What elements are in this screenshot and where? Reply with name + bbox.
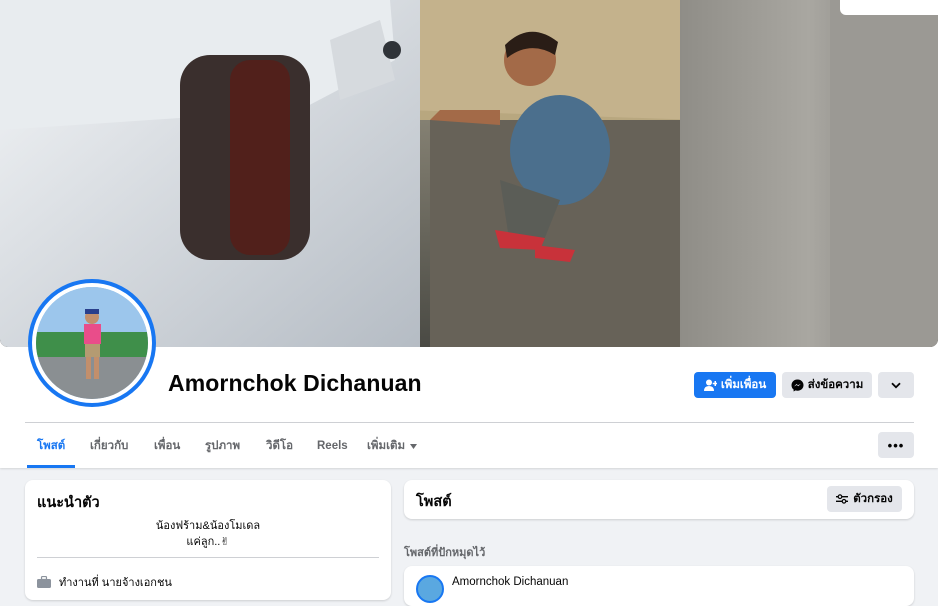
tab-more[interactable]: เพิ่มเติม: [367, 424, 418, 468]
briefcase-icon: [37, 576, 51, 588]
top-right-overlay: [840, 0, 938, 15]
intro-title: แนะนำตัว: [37, 495, 100, 511]
add-friend-icon: [703, 379, 717, 391]
bio: น้องฟร้าม&น้องโมเดล แค่ลูก..✌: [37, 518, 379, 550]
tab-label: รูปภาพ: [205, 440, 241, 452]
tab-label: เกี่ยวกับ: [90, 440, 129, 452]
tabs-more-button[interactable]: •••: [878, 432, 914, 458]
tab-videos[interactable]: วิดีโอ: [266, 424, 293, 468]
ellipsis-icon: •••: [887, 437, 905, 453]
cover-photo[interactable]: [0, 0, 938, 347]
filter-button[interactable]: ตัวกรอง: [827, 486, 902, 512]
messenger-icon: [791, 379, 804, 392]
tab-label: Reels: [317, 440, 348, 452]
cover-photo-image: [0, 0, 938, 347]
tab-label: เพื่อน: [154, 440, 181, 452]
tab-photos[interactable]: รูปภาพ: [205, 424, 240, 468]
intro-card: แนะนำตัว น้องฟร้าม&น้องโมเดล แค่ลูก..✌ ท…: [25, 480, 391, 600]
post-author-name[interactable]: Amornchok Dichanuan: [452, 576, 568, 588]
tab-label: วิดีโอ: [266, 440, 294, 452]
posts-title: โพสต์: [416, 494, 452, 510]
intro-work-item: ทำงานที่ นายจ้างเอกชน: [37, 573, 172, 591]
avatar[interactable]: [32, 283, 152, 403]
pinned-post-card: Amornchok Dichanuan: [404, 566, 914, 606]
tab-friends[interactable]: เพื่อน: [154, 424, 180, 468]
tab-about[interactable]: เกี่ยวกับ: [90, 424, 128, 468]
caret-down-icon: [410, 443, 418, 449]
pinned-posts-label: โพสต์ที่ปักหมุดไว้: [404, 547, 486, 559]
profile-name: Amornchok Dichanuan: [168, 370, 422, 396]
tab-posts[interactable]: โพสต์: [26, 424, 76, 468]
tab-label: โพสต์: [37, 440, 66, 452]
chevron-down-icon: [891, 382, 901, 389]
message-label: ส่งข้อความ: [807, 379, 864, 391]
tab-label: เพิ่มเติม: [367, 440, 406, 452]
bio-line: น้องฟร้าม&น้องโมเดล: [155, 520, 261, 532]
tab-reels[interactable]: Reels: [317, 424, 348, 468]
post-author-avatar[interactable]: [416, 575, 444, 603]
filter-label: ตัวกรอง: [853, 493, 893, 505]
avatar-image: [36, 287, 148, 399]
add-friend-button[interactable]: เพิ่มเพื่อน: [694, 372, 776, 398]
header-divider: [25, 422, 914, 423]
posts-header-card: โพสต์ ตัวกรอง: [404, 480, 914, 519]
profile-header: Amornchok Dichanuan เพิ่มเพื่อน ส่งข้อคว…: [0, 0, 938, 468]
intro-work-text: ทำงานที่ นายจ้างเอกชน: [59, 577, 172, 589]
more-options-button[interactable]: [878, 372, 914, 398]
intro-divider: [37, 557, 379, 558]
message-button[interactable]: ส่งข้อความ: [782, 372, 872, 398]
add-friend-label: เพิ่มเพื่อน: [720, 379, 767, 391]
filter-icon: [836, 494, 849, 504]
bio-line: แค่ลูก..✌: [186, 536, 230, 548]
